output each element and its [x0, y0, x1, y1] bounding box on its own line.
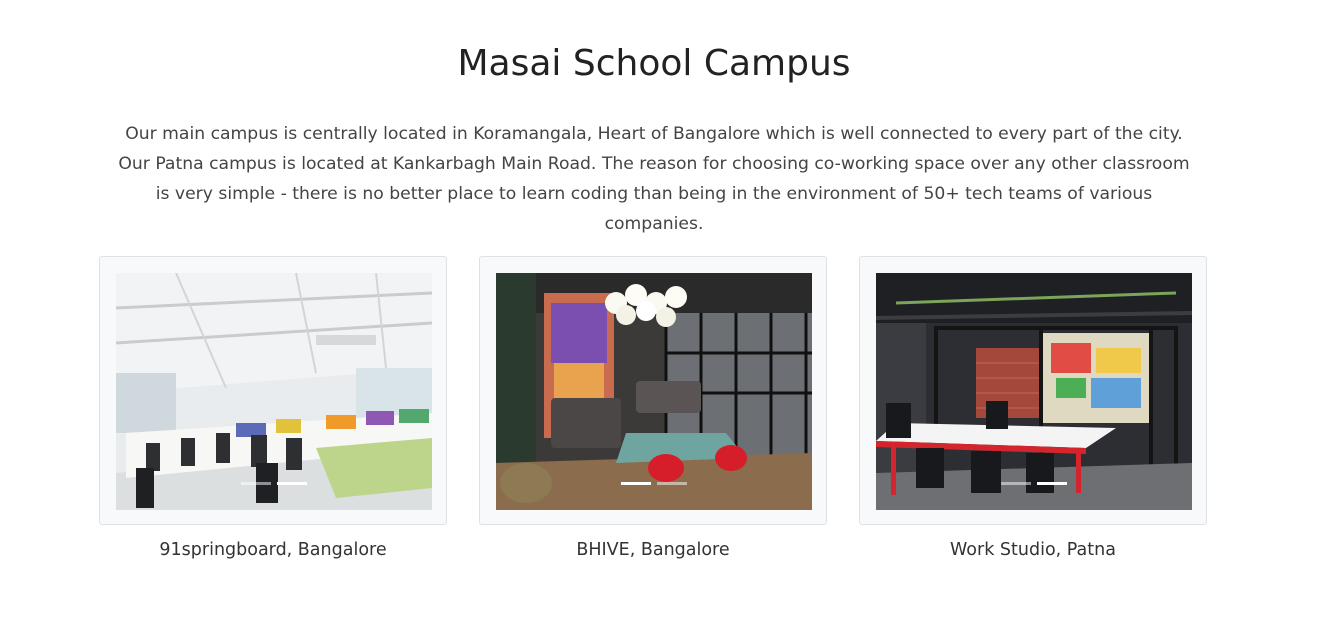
industrial-workspace-photo	[876, 273, 1192, 510]
carousel-indicator-2[interactable]	[277, 482, 307, 485]
campus-card-bhive	[479, 256, 827, 525]
campus-carousel[interactable]	[116, 273, 432, 510]
campus-carousel[interactable]	[876, 273, 1192, 510]
carousel-indicators	[116, 482, 432, 485]
section-title: Masai School Campus	[457, 43, 851, 84]
carousel-indicators	[876, 482, 1192, 485]
campus-card-91springboard	[99, 256, 447, 525]
carousel-indicator-1[interactable]	[621, 482, 651, 485]
section-description: Our main campus is centrally located in …	[118, 124, 1190, 234]
carousel-indicator-2[interactable]	[657, 482, 687, 485]
campus-card-work-studio	[859, 256, 1207, 525]
open-plan-office-photo	[116, 273, 432, 510]
carousel-indicators	[496, 482, 812, 485]
campus-carousel[interactable]	[496, 273, 812, 510]
campus-caption: 91springboard, Bangalore	[159, 540, 387, 560]
campus-caption: BHIVE, Bangalore	[576, 540, 730, 560]
carousel-indicator-1[interactable]	[1001, 482, 1031, 485]
carousel-indicator-1[interactable]	[241, 482, 271, 485]
lounge-coworking-photo	[496, 273, 812, 510]
campus-caption: Work Studio, Patna	[950, 540, 1116, 560]
carousel-indicator-2[interactable]	[1037, 482, 1067, 485]
